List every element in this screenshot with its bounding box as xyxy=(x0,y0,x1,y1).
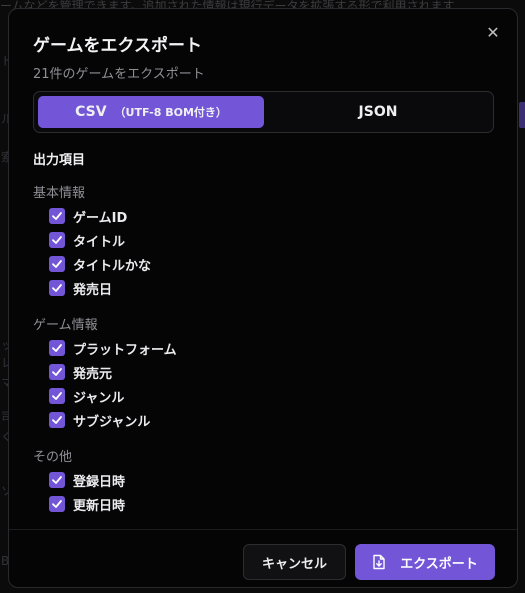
format-json-button[interactable]: JSON xyxy=(265,96,491,128)
check-icon xyxy=(49,280,65,296)
group-label-game-info: ゲーム情報 xyxy=(33,318,98,333)
check-icon xyxy=(49,496,65,512)
export-dialog: ゲームをエクスポート ✕ 21件のゲームをエクスポート CSV （UTF-8 B… xyxy=(8,8,518,588)
checkbox-label: 発売日 xyxy=(73,282,113,298)
cancel-button[interactable]: キャンセル xyxy=(243,544,346,580)
dialog-subtitle: 21件のゲームをエクスポート xyxy=(33,67,205,82)
close-icon[interactable]: ✕ xyxy=(483,23,503,43)
checkbox-label: ジャンル xyxy=(73,390,125,406)
check-icon xyxy=(49,412,65,428)
dialog-title: ゲームをエクスポート xyxy=(33,36,202,56)
checkbox-genre[interactable]: ジャンル xyxy=(49,386,124,406)
check-icon xyxy=(49,232,65,248)
checkbox-label: 登録日時 xyxy=(73,474,126,490)
format-csv-button[interactable]: CSV （UTF-8 BOM付き） xyxy=(38,96,264,128)
export-button-label: エクスポート xyxy=(400,556,478,572)
checkbox-subgenre[interactable]: サブジャンル xyxy=(49,410,150,430)
file-download-icon xyxy=(372,554,386,570)
format-csv-sublabel: （UTF-8 BOM付き） xyxy=(114,106,227,119)
export-button[interactable]: エクスポート xyxy=(355,544,495,580)
checkbox-label: プラットフォーム xyxy=(73,342,177,358)
checkbox-title-kana[interactable]: タイトルかな xyxy=(49,254,151,274)
checkbox-label: タイトル xyxy=(73,234,126,250)
check-icon xyxy=(49,208,65,224)
output-fields-heading: 出力項目 xyxy=(33,153,86,168)
check-icon xyxy=(49,364,65,380)
checkbox-label: ゲームID xyxy=(73,210,128,226)
checkbox-label: サブジャンル xyxy=(73,414,151,430)
checkbox-label: 発売元 xyxy=(73,366,113,382)
check-icon xyxy=(49,256,65,272)
checkbox-label: 更新日時 xyxy=(73,498,126,514)
check-icon xyxy=(49,340,65,356)
group-label-other: その他 xyxy=(33,450,73,465)
footer-divider xyxy=(9,529,517,530)
format-toggle: CSV （UTF-8 BOM付き） JSON xyxy=(33,91,494,133)
format-csv-label: CSV xyxy=(75,104,107,120)
checkbox-game-id[interactable]: ゲームID xyxy=(49,206,127,226)
group-label-basic: 基本情報 xyxy=(33,186,86,201)
checkbox-title[interactable]: タイトル xyxy=(49,230,125,250)
check-icon xyxy=(49,472,65,488)
checkbox-platform[interactable]: プラットフォーム xyxy=(49,338,177,358)
check-icon xyxy=(49,388,65,404)
checkbox-publisher[interactable]: 発売元 xyxy=(49,362,112,382)
checkbox-release-date[interactable]: 発売日 xyxy=(49,278,112,298)
checkbox-created-at[interactable]: 登録日時 xyxy=(49,470,125,490)
checkbox-label: タイトルかな xyxy=(73,258,152,274)
format-json-label: JSON xyxy=(358,104,398,120)
checkbox-updated-at[interactable]: 更新日時 xyxy=(49,494,125,514)
